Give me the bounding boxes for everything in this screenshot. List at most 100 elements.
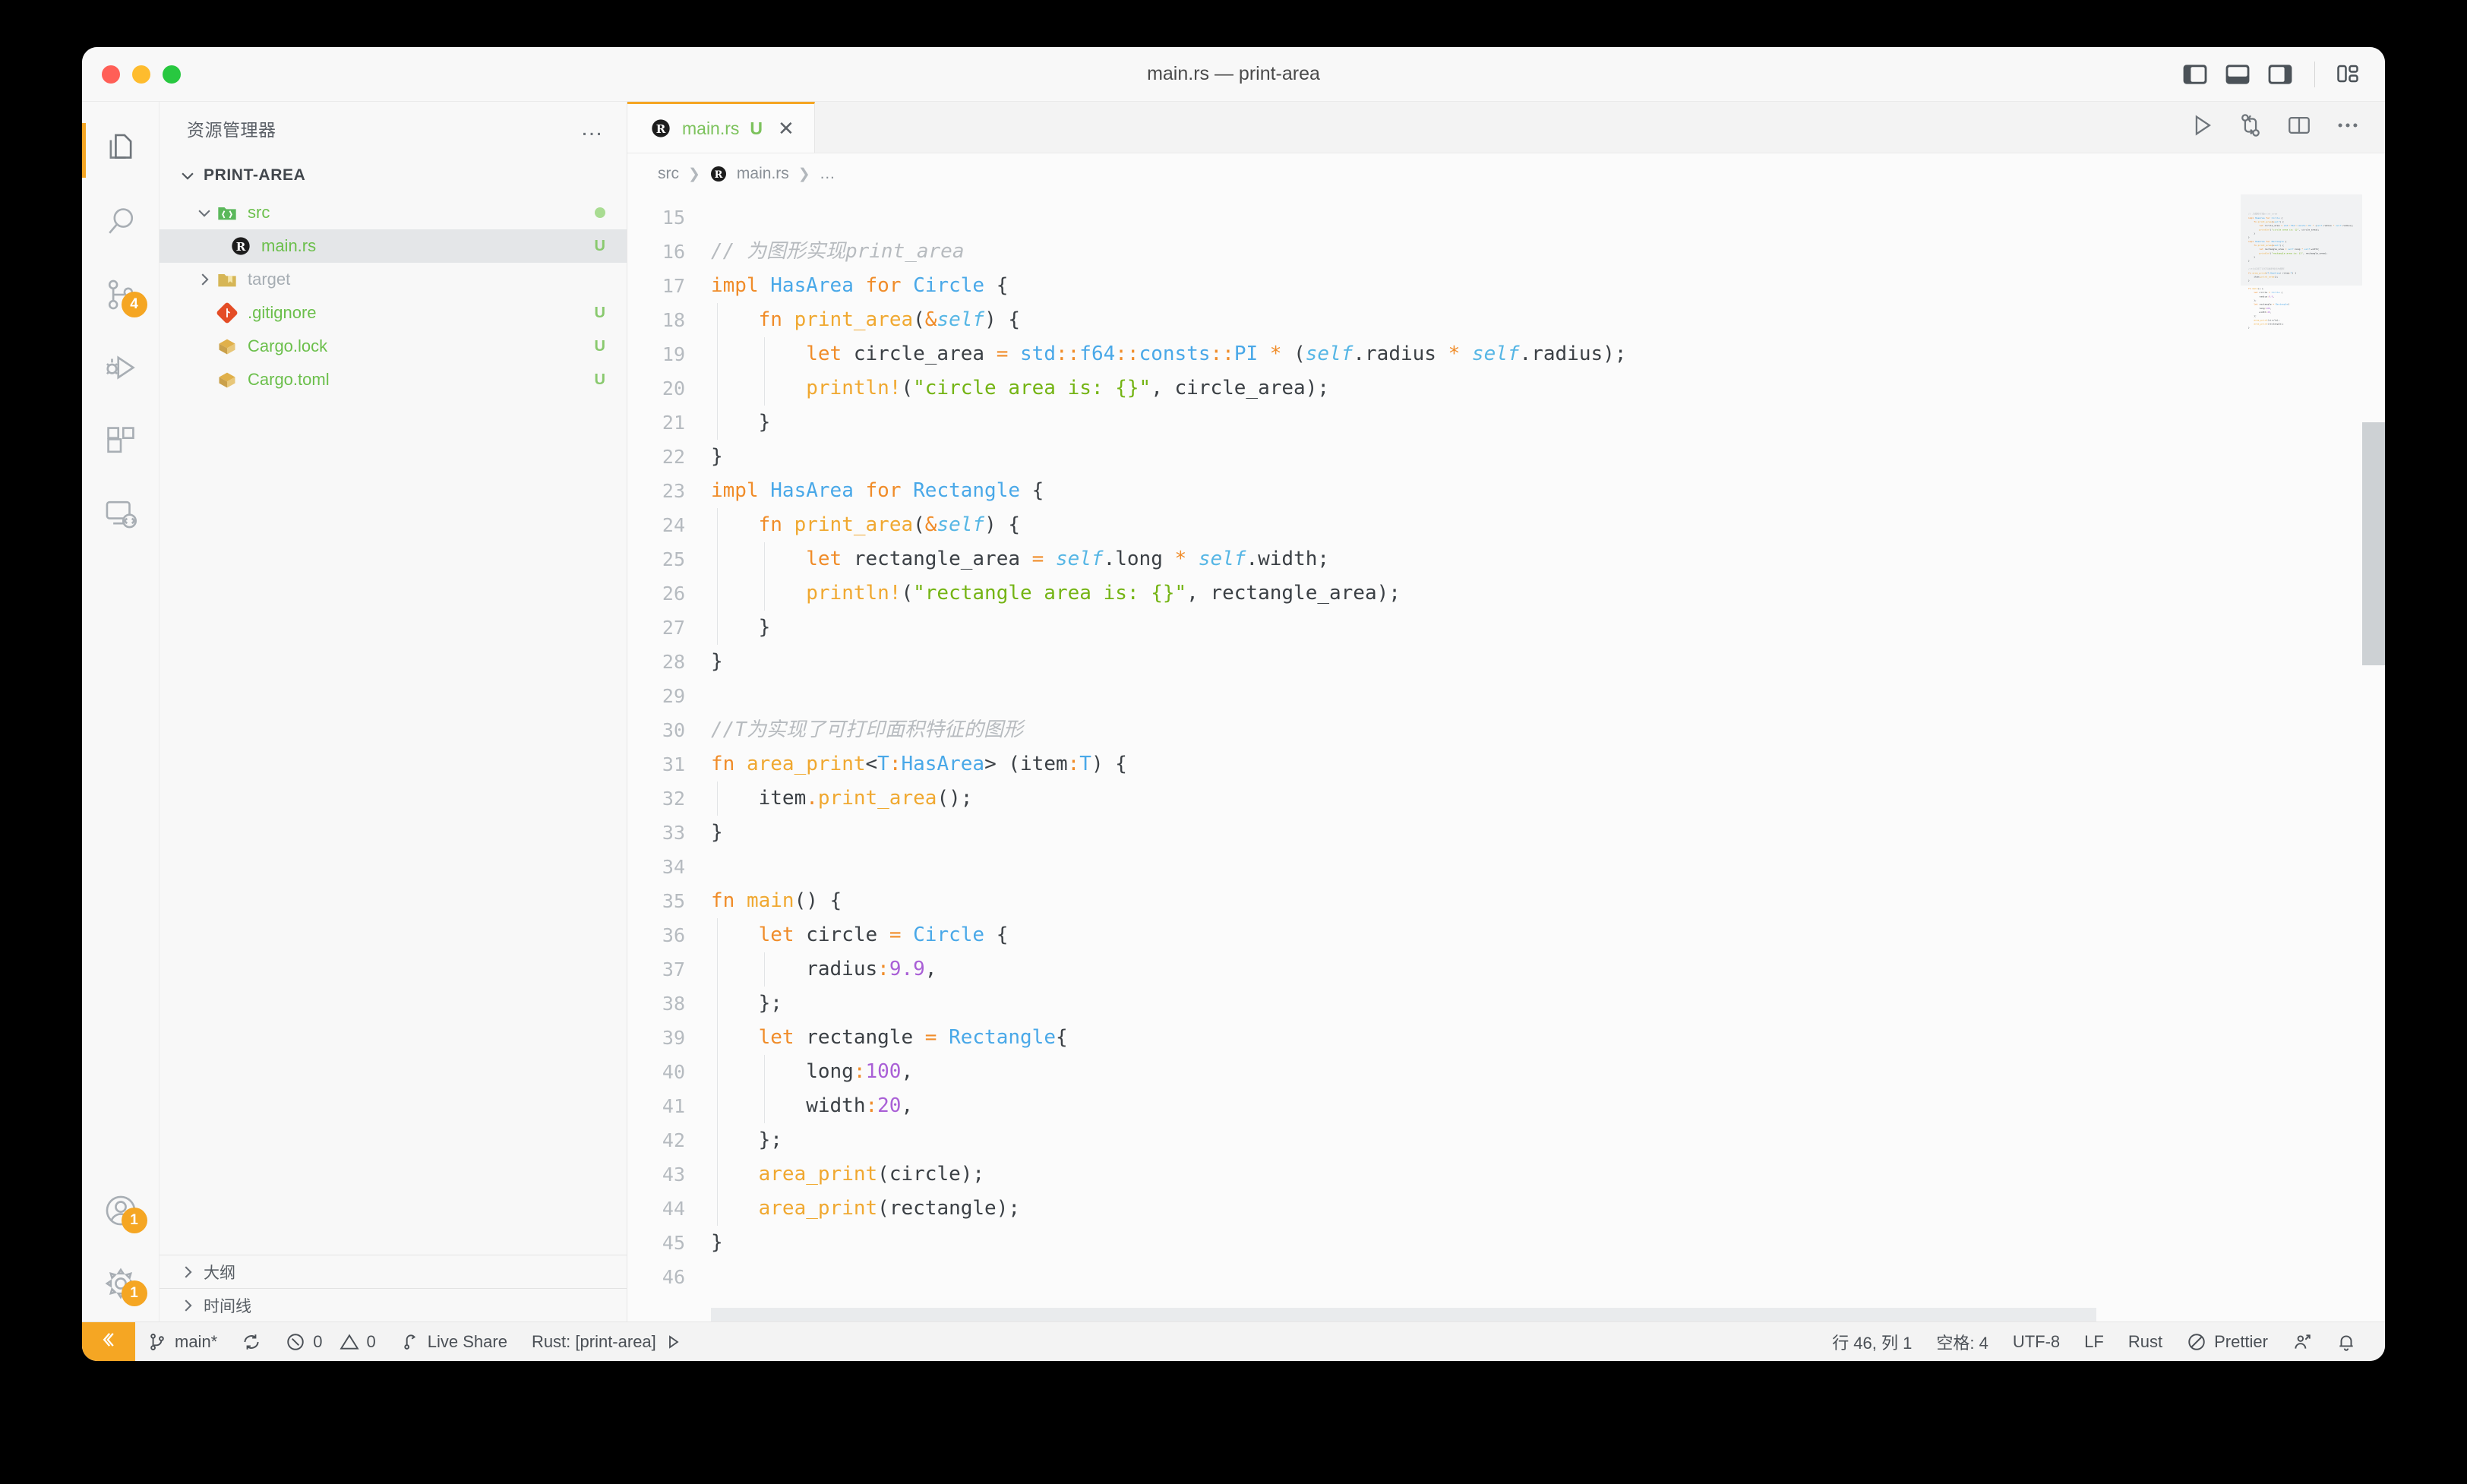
line-number: 18 bbox=[627, 303, 711, 337]
code-editor[interactable]: 1516// 为图形实现print_area17impl HasArea for… bbox=[627, 194, 2385, 1321]
outline-section[interactable]: 大纲 bbox=[160, 1255, 627, 1288]
breadcrumb: src ❯ R main.rs ❯ … bbox=[627, 153, 2385, 194]
vertical-scrollbar-thumb[interactable] bbox=[2362, 422, 2385, 665]
status-live-share-label: Live Share bbox=[428, 1332, 507, 1352]
code-line-content: println!("circle area is: {}", circle_ar… bbox=[711, 371, 1329, 406]
run-icon[interactable] bbox=[2189, 112, 2215, 142]
code-line: 45} bbox=[627, 1226, 2241, 1260]
code-line: 31fn area_print<T:HasArea> (item:T) { bbox=[627, 747, 2241, 781]
sidebar-item-extensions[interactable] bbox=[82, 406, 160, 478]
tree-item-target[interactable]: target bbox=[160, 263, 627, 296]
status-feedback[interactable] bbox=[2280, 1322, 2324, 1362]
breadcrumb-item-symbol[interactable]: … bbox=[820, 165, 835, 183]
git-icon bbox=[216, 302, 238, 324]
toggle-panel-icon[interactable] bbox=[2225, 64, 2251, 85]
play-icon[interactable] bbox=[664, 1333, 682, 1351]
maximize-button[interactable] bbox=[163, 65, 181, 84]
code-line: 37 radius:9.9, bbox=[627, 952, 2241, 987]
window-body: 4 bbox=[82, 102, 2385, 1321]
sidebar-item-search[interactable] bbox=[82, 187, 160, 260]
window-controls bbox=[82, 65, 181, 84]
sidebar-item-explorer[interactable] bbox=[82, 114, 160, 187]
status-rust-analyzer-label: Rust: [print-area] bbox=[532, 1332, 656, 1352]
tree-item-main-rs[interactable]: R main.rs U bbox=[160, 229, 627, 263]
indent-guide bbox=[717, 918, 718, 952]
breadcrumb-item-src[interactable]: src bbox=[658, 165, 679, 183]
status-problems[interactable]: 0 0 bbox=[273, 1322, 388, 1362]
tree-item-gitignore[interactable]: .gitignore U bbox=[160, 296, 627, 330]
line-number: 28 bbox=[627, 645, 711, 679]
code-line-content: }; bbox=[711, 1123, 782, 1157]
remote-window-indicator[interactable] bbox=[82, 1322, 135, 1362]
code-line-content: let rectangle = Rectangle{ bbox=[711, 1021, 1068, 1055]
folder-src-icon bbox=[216, 201, 238, 224]
status-encoding[interactable]: UTF-8 bbox=[2001, 1322, 2072, 1362]
status-indentation[interactable]: 空格: 4 bbox=[1924, 1322, 2000, 1362]
code-line-content: fn main() { bbox=[711, 884, 842, 918]
status-live-share[interactable]: Live Share bbox=[388, 1322, 520, 1362]
tree-item-label: .gitignore bbox=[248, 303, 317, 323]
status-bar-right: 行 46, 列 1 空格: 4 UTF-8 LF Rust bbox=[1820, 1322, 2385, 1362]
code-scroll-region[interactable]: 1516// 为图形实现print_area17impl HasArea for… bbox=[627, 194, 2241, 1321]
code-line: 39 let rectangle = Rectangle{ bbox=[627, 1021, 2241, 1055]
indent-guide bbox=[764, 542, 765, 576]
code-line: 30//T为实现了可打印面积特征的图形 bbox=[627, 713, 2241, 747]
unstaged-dot bbox=[595, 207, 605, 218]
status-cursor-position[interactable]: 行 46, 列 1 bbox=[1820, 1322, 1924, 1362]
toggle-secondary-sidebar-icon[interactable] bbox=[2267, 64, 2293, 85]
indent-guide bbox=[717, 303, 718, 337]
status-notifications[interactable] bbox=[2324, 1322, 2368, 1362]
toggle-primary-sidebar-icon[interactable] bbox=[2182, 64, 2208, 85]
minimap[interactable]: // 为图形实现print_areaimpl HasArea for Circl… bbox=[2241, 194, 2362, 1321]
accounts-button[interactable]: 1 bbox=[82, 1176, 160, 1249]
tab-modifier-badge: U bbox=[750, 118, 763, 139]
code-line-content: } bbox=[711, 611, 770, 645]
breadcrumb-separator: ❯ bbox=[798, 166, 810, 183]
status-sync[interactable] bbox=[229, 1322, 273, 1362]
extensions-icon bbox=[103, 423, 138, 462]
code-line: 40 long:100, bbox=[627, 1055, 2241, 1089]
code-line-content: } bbox=[711, 645, 723, 679]
status-errors-count: 0 bbox=[313, 1332, 322, 1352]
vertical-scrollbar[interactable] bbox=[2362, 194, 2385, 1321]
code-line-content: area_print(circle); bbox=[711, 1157, 984, 1192]
line-number: 39 bbox=[627, 1021, 711, 1055]
code-line-content: } bbox=[711, 816, 723, 850]
status-branch-label: main* bbox=[175, 1332, 217, 1352]
tree-item-src[interactable]: src bbox=[160, 196, 627, 229]
sidebar-item-remote-explorer[interactable] bbox=[82, 478, 160, 551]
status-rust-analyzer[interactable]: Rust: [print-area] bbox=[520, 1322, 694, 1362]
tree-item-cargo-lock[interactable]: Cargo.lock U bbox=[160, 330, 627, 363]
status-language-mode[interactable]: Rust bbox=[2116, 1322, 2175, 1362]
status-eol[interactable]: LF bbox=[2072, 1322, 2116, 1362]
manage-button[interactable]: 1 bbox=[82, 1249, 160, 1321]
status-prettier[interactable]: Prettier bbox=[2175, 1322, 2280, 1362]
sidebar-item-source-control[interactable]: 4 bbox=[82, 260, 160, 333]
source-control-compare-icon[interactable] bbox=[2238, 112, 2263, 142]
breadcrumb-item-file[interactable]: main.rs bbox=[737, 165, 789, 183]
split-editor-icon[interactable] bbox=[2286, 112, 2312, 142]
project-root-row[interactable]: PRINT-AREA bbox=[160, 155, 627, 196]
code-lines[interactable]: 1516// 为图形实现print_area17impl HasArea for… bbox=[627, 194, 2241, 1294]
tree-item-cargo-toml[interactable]: Cargo.toml U bbox=[160, 363, 627, 396]
tree-item-label: Cargo.toml bbox=[248, 370, 330, 390]
tab-main-rs[interactable]: R main.rs U ✕ bbox=[627, 102, 815, 153]
explorer-more-actions-icon[interactable]: … bbox=[580, 125, 605, 132]
close-icon[interactable]: ✕ bbox=[778, 117, 794, 141]
explorer-header: 资源管理器 … bbox=[160, 102, 627, 155]
timeline-section[interactable]: 时间线 bbox=[160, 1288, 627, 1321]
line-number: 42 bbox=[627, 1123, 711, 1157]
line-number: 38 bbox=[627, 987, 711, 1021]
line-number: 16 bbox=[627, 235, 711, 269]
code-line: 21 } bbox=[627, 406, 2241, 440]
close-button[interactable] bbox=[102, 65, 120, 84]
sidebar-item-run-and-debug[interactable] bbox=[82, 333, 160, 406]
minimize-button[interactable] bbox=[132, 65, 150, 84]
horizontal-scrollbar[interactable] bbox=[711, 1308, 2096, 1321]
code-line-content: fn area_print<T:HasArea> (item:T) { bbox=[711, 747, 1127, 781]
more-actions-icon[interactable] bbox=[2335, 112, 2361, 142]
status-branch[interactable]: main* bbox=[135, 1322, 229, 1362]
customize-layout-icon[interactable] bbox=[2336, 64, 2362, 85]
indent-guide bbox=[717, 542, 718, 576]
git-status-badge: U bbox=[595, 305, 605, 322]
